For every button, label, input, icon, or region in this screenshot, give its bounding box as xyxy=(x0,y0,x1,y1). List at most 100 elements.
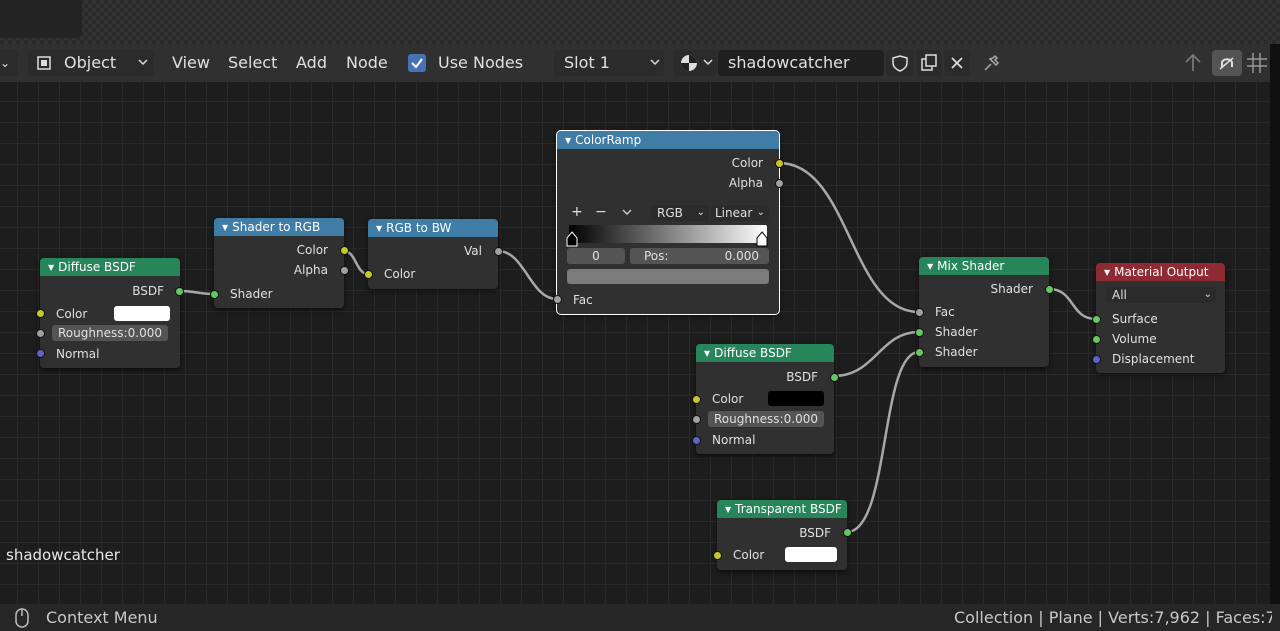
output-socket-bsdf[interactable] xyxy=(843,528,852,537)
node-diffuse-bsdf-1[interactable]: ▼ Diffuse BSDF BSDF Color Roughness: 0.00… xyxy=(36,258,184,368)
input-socket-volume[interactable] xyxy=(1092,335,1101,344)
color-mode-value: RGB xyxy=(657,206,683,220)
input-displacement-label: Displacement xyxy=(1112,352,1195,366)
input-socket-fac[interactable] xyxy=(553,295,562,304)
node-title: ColorRamp xyxy=(575,133,642,147)
stop-position-field[interactable]: Pos: 0.000 xyxy=(630,248,769,264)
chevron-down-icon: ⌄ xyxy=(756,207,765,218)
input-shader-label: Shader xyxy=(230,287,273,301)
output-color-label: Color xyxy=(731,156,763,170)
node-header[interactable]: ▼ Diffuse BSDF xyxy=(40,258,180,276)
node-shader-to-rgb[interactable]: ▼ Shader to RGB Color Alpha Shader xyxy=(210,218,349,308)
roughness-value: 0.000 xyxy=(783,412,818,426)
collapse-triangle-icon[interactable]: ▼ xyxy=(725,505,731,514)
input-socket-surface[interactable] xyxy=(1092,315,1101,324)
node-title: Transparent BSDF xyxy=(735,502,842,516)
input-socket-fac[interactable] xyxy=(915,308,924,317)
input-socket-normal[interactable] xyxy=(36,349,45,358)
roughness-value: 0.000 xyxy=(127,326,162,340)
output-socket-bsdf[interactable] xyxy=(175,287,184,296)
collapse-triangle-icon[interactable]: ▼ xyxy=(704,349,710,358)
collapse-triangle-icon[interactable]: ▼ xyxy=(1104,268,1110,277)
color-swatch[interactable] xyxy=(768,391,824,406)
stop-index-field[interactable]: 0 xyxy=(567,248,625,264)
link-mix-to-output xyxy=(1047,287,1098,321)
input-socket-color[interactable] xyxy=(713,551,722,560)
input-socket-shader-1[interactable] xyxy=(915,328,924,337)
node-title: Material Output xyxy=(1114,265,1209,279)
node-header[interactable]: ▼ Transparent BSDF xyxy=(717,500,847,518)
node-diffuse-bsdf-2[interactable]: ▼ Diffuse BSDF BSDF Color Roughness: 0.00… xyxy=(692,344,839,454)
output-socket-shader[interactable] xyxy=(1045,285,1054,294)
color-stop-handle-black[interactable] xyxy=(566,231,578,247)
output-socket-bsdf[interactable] xyxy=(830,373,839,382)
scrollbar-track xyxy=(1270,44,1280,604)
color-ramp-gradient[interactable] xyxy=(569,225,767,243)
node-header[interactable]: ▼ Diffuse BSDF xyxy=(696,344,834,362)
color-swatch[interactable] xyxy=(785,547,837,562)
input-socket-shader-2[interactable] xyxy=(915,348,924,357)
stop-color-field[interactable] xyxy=(567,269,769,284)
link-rgb-to-bw-to-colorramp xyxy=(496,249,559,301)
input-socket-color[interactable] xyxy=(692,395,701,404)
pos-value: 0.000 xyxy=(724,249,759,263)
output-socket-val[interactable] xyxy=(494,247,503,256)
mouse-icon xyxy=(15,608,29,628)
node-title: Shader to RGB xyxy=(232,220,321,234)
node-header[interactable]: ▼ Mix Shader xyxy=(919,257,1049,275)
chevron-down-icon[interactable] xyxy=(622,209,632,217)
input-color-label: Color xyxy=(712,392,744,406)
collapse-triangle-icon[interactable]: ▼ xyxy=(222,223,228,232)
roughness-field[interactable]: Roughness: 0.000 xyxy=(708,411,824,427)
material-name-overlay: shadowcatcher xyxy=(6,546,120,564)
output-alpha-label: Alpha xyxy=(293,263,328,277)
stop-index-value: 0 xyxy=(592,249,600,263)
input-socket-roughness[interactable] xyxy=(692,415,701,424)
color-mode-dropdown[interactable]: RGB ⌄ xyxy=(651,205,709,221)
link-diffuse-to-mix-shader xyxy=(832,330,921,378)
color-swatch[interactable] xyxy=(114,306,170,321)
node-title: Diffuse BSDF xyxy=(714,346,792,360)
input-socket-normal[interactable] xyxy=(692,436,701,445)
input-socket-color[interactable] xyxy=(36,309,45,318)
roughness-label: Roughness: xyxy=(714,412,784,426)
node-header[interactable]: ▼ RGB to BW xyxy=(368,219,498,237)
output-alpha-label: Alpha xyxy=(728,176,763,190)
color-stop-handle-white[interactable] xyxy=(756,231,768,247)
input-socket-color[interactable] xyxy=(364,270,373,279)
node-header[interactable]: ▼ Material Output xyxy=(1096,263,1225,281)
render-target-dropdown[interactable]: All ⌄ xyxy=(1106,287,1216,303)
add-stop-button[interactable]: + xyxy=(571,204,583,220)
output-socket-alpha[interactable] xyxy=(775,179,784,188)
output-bsdf-label: BSDF xyxy=(799,526,831,540)
roughness-field[interactable]: Roughness: 0.000 xyxy=(52,325,168,341)
collapse-triangle-icon[interactable]: ▼ xyxy=(48,263,54,272)
output-color-label: Color xyxy=(296,243,328,257)
remove-stop-button[interactable]: − xyxy=(595,204,607,220)
node-rgb-to-bw[interactable]: ▼ RGB to BW Val Color xyxy=(364,219,503,289)
node-title: Mix Shader xyxy=(937,259,1005,273)
input-color-label: Color xyxy=(733,548,765,562)
node-transparent-bsdf[interactable]: ▼ Transparent BSDF BSDF Color xyxy=(713,500,852,570)
link-transparent-to-mix-shader xyxy=(845,350,921,534)
input-socket-shader[interactable] xyxy=(210,290,219,299)
collapse-triangle-icon[interactable]: ▼ xyxy=(376,224,382,233)
node-header[interactable]: ▼ Shader to RGB xyxy=(214,218,344,236)
node-title: RGB to BW xyxy=(386,221,452,235)
output-socket-alpha[interactable] xyxy=(340,266,349,275)
node-header[interactable]: ▼ ColorRamp xyxy=(557,131,779,149)
output-bsdf-label: BSDF xyxy=(786,370,818,384)
interpolation-dropdown[interactable]: Linear ⌄ xyxy=(711,205,769,221)
output-socket-color[interactable] xyxy=(775,159,784,168)
node-colorramp[interactable]: ▼ ColorRamp Color Alpha + − RGB ⌄ Linear … xyxy=(553,130,784,315)
node-material-output[interactable]: ▼ Material Output All ⌄ Surface Volume Di… xyxy=(1092,263,1225,373)
collapse-triangle-icon[interactable]: ▼ xyxy=(565,136,571,145)
output-socket-color[interactable] xyxy=(340,246,349,255)
input-volume-label: Volume xyxy=(1112,332,1157,346)
collapse-triangle-icon[interactable]: ▼ xyxy=(927,262,933,271)
input-socket-roughness[interactable] xyxy=(36,329,45,338)
node-mix-shader[interactable]: ▼ Mix Shader Shader Fac Shader Shader xyxy=(915,257,1054,367)
input-socket-displacement[interactable] xyxy=(1092,355,1101,364)
input-fac-label: Fac xyxy=(935,305,955,319)
input-color-label: Color xyxy=(384,267,416,281)
